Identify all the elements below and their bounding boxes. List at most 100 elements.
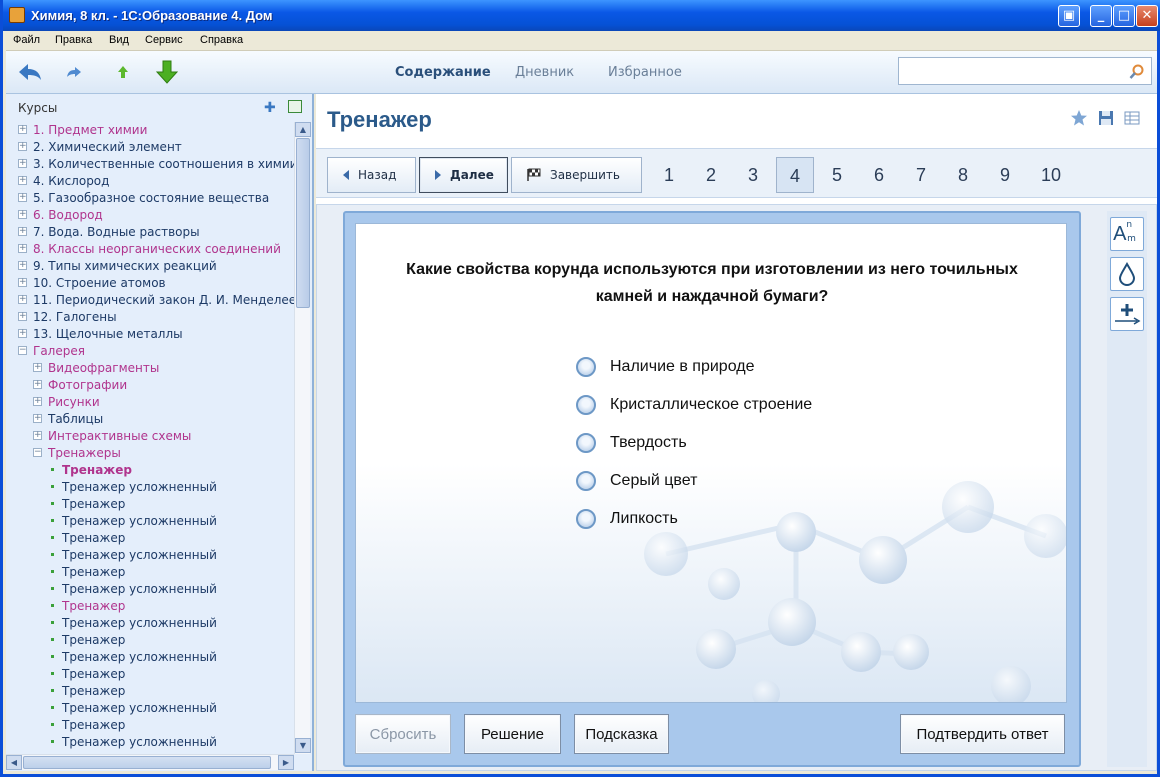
- tree-item[interactable]: Тренажер: [48, 683, 125, 700]
- down-arrow-icon[interactable]: [154, 60, 180, 84]
- answer-option[interactable]: Серый цвет: [576, 470, 697, 492]
- expand-icon[interactable]: +: [33, 363, 42, 372]
- save-icon[interactable]: [1097, 109, 1115, 127]
- scroll-up-icon[interactable]: ▲: [295, 122, 311, 137]
- radio-button[interactable]: [576, 395, 596, 415]
- star-icon[interactable]: [1070, 109, 1088, 127]
- restore-extra-icon[interactable]: ▣: [1058, 5, 1080, 27]
- tree-item[interactable]: Тренажер: [48, 496, 125, 513]
- tree-item[interactable]: − Галерея: [18, 343, 85, 360]
- scroll-left-icon[interactable]: ◀: [6, 755, 22, 770]
- page-number[interactable]: 9: [986, 157, 1024, 193]
- tree-item[interactable]: Тренажер: [48, 632, 125, 649]
- expand-icon[interactable]: +: [18, 159, 27, 168]
- expand-icon[interactable]: +: [18, 244, 27, 253]
- font-size-tool[interactable]: A n m: [1110, 217, 1144, 251]
- reset-button[interactable]: Сбросить: [355, 714, 451, 754]
- tree-item[interactable]: − Тренажеры: [33, 445, 121, 462]
- collapse-icon[interactable]: −: [18, 346, 27, 355]
- minimize-button[interactable]: _: [1090, 5, 1112, 27]
- reaction-arrow-icon[interactable]: [1110, 297, 1144, 331]
- tree-item[interactable]: Тренажер: [48, 666, 125, 683]
- finish-button[interactable]: Завершить: [511, 157, 642, 193]
- tree-item[interactable]: Тренажер усложненный: [48, 734, 217, 751]
- tab-diary[interactable]: Дневник: [515, 65, 574, 80]
- expand-icon[interactable]: +: [18, 142, 27, 151]
- scroll-right-icon[interactable]: ▶: [278, 755, 294, 770]
- page-number[interactable]: 7: [902, 157, 940, 193]
- search-input[interactable]: [903, 59, 1123, 83]
- search-box[interactable]: [898, 57, 1152, 85]
- expand-icon[interactable]: +: [18, 176, 27, 185]
- expand-icon[interactable]: +: [18, 329, 27, 338]
- back-arrow-icon[interactable]: [17, 60, 43, 84]
- tree-item[interactable]: Тренажер: [48, 598, 125, 615]
- tree-item[interactable]: +11. Периодический закон Д. И. Менделеев: [18, 292, 294, 309]
- page-number[interactable]: 6: [860, 157, 898, 193]
- radio-button[interactable]: [576, 357, 596, 377]
- horizontal-scrollbar[interactable]: ◀ ▶: [6, 754, 294, 770]
- expand-icon[interactable]: +: [33, 397, 42, 406]
- tree-item[interactable]: Тренажер усложненный: [48, 479, 217, 496]
- back-button[interactable]: Назад: [327, 157, 416, 193]
- up-arrow-icon[interactable]: [110, 60, 136, 84]
- page-number[interactable]: 1: [650, 157, 688, 193]
- search-icon[interactable]: [1129, 64, 1145, 83]
- tree-item[interactable]: Тренажер: [48, 530, 125, 547]
- hscroll-thumb[interactable]: [23, 756, 271, 769]
- expand-icon[interactable]: +: [18, 227, 27, 236]
- menu-view[interactable]: Вид: [109, 34, 129, 46]
- tree-item[interactable]: Тренажер усложненный: [48, 581, 217, 598]
- tree-item[interactable]: Тренажер усложненный: [48, 700, 217, 717]
- solution-button[interactable]: Решение: [464, 714, 561, 754]
- menu-service[interactable]: Сервис: [145, 34, 183, 46]
- tree-item[interactable]: +13. Щелочные металлы: [18, 326, 183, 343]
- answer-option[interactable]: Твердость: [576, 432, 687, 454]
- scroll-thumb[interactable]: [296, 138, 310, 308]
- answer-option[interactable]: Кристаллическое строение: [576, 394, 812, 416]
- expand-icon[interactable]: +: [33, 414, 42, 423]
- menu-file[interactable]: Файл: [13, 34, 40, 46]
- tree-item[interactable]: +1. Предмет химии: [18, 122, 147, 139]
- add-icon[interactable]: ✚: [264, 100, 276, 116]
- tree-item[interactable]: Тренажер: [48, 564, 125, 581]
- tree-item[interactable]: +9. Типы химических реакций: [18, 258, 217, 275]
- tree-item[interactable]: Тренажер усложненный: [48, 513, 217, 530]
- tree-item[interactable]: + Видеофрагменты: [33, 360, 159, 377]
- tree-item[interactable]: +4. Кислород: [18, 173, 109, 190]
- expand-icon[interactable]: +: [18, 312, 27, 321]
- page-number[interactable]: 2: [692, 157, 730, 193]
- expand-icon[interactable]: +: [33, 380, 42, 389]
- maximize-button[interactable]: □: [1113, 5, 1135, 27]
- page-number[interactable]: 10: [1028, 157, 1074, 193]
- page-number[interactable]: 4: [776, 157, 814, 193]
- collapse-icon[interactable]: −: [33, 448, 42, 457]
- expand-icon[interactable]: +: [18, 125, 27, 134]
- page-number[interactable]: 8: [944, 157, 982, 193]
- tree-item[interactable]: +7. Вода. Водные растворы: [18, 224, 200, 241]
- answer-option[interactable]: Наличие в природе: [576, 356, 754, 378]
- page-number[interactable]: 5: [818, 157, 856, 193]
- radio-button[interactable]: [576, 509, 596, 529]
- expand-icon[interactable]: +: [18, 261, 27, 270]
- page-number[interactable]: 3: [734, 157, 772, 193]
- vertical-scrollbar[interactable]: ▲ ▼: [294, 122, 311, 754]
- table-icon[interactable]: [1123, 109, 1141, 127]
- radio-button[interactable]: [576, 433, 596, 453]
- tree-item[interactable]: Тренажер усложненный: [48, 547, 217, 564]
- expand-icon[interactable]: +: [33, 431, 42, 440]
- tree-item[interactable]: +2. Химический элемент: [18, 139, 182, 156]
- confirm-answer-button[interactable]: Подтвердить ответ: [900, 714, 1065, 754]
- tree-item[interactable]: +3. Количественные соотношения в химии: [18, 156, 294, 173]
- tree-item[interactable]: +10. Строение атомов: [18, 275, 166, 292]
- tree-item[interactable]: +12. Галогены: [18, 309, 117, 326]
- tree-item[interactable]: Тренажер усложненный: [48, 615, 217, 632]
- tree-item[interactable]: Тренажер усложненный: [48, 649, 217, 666]
- tab-contents[interactable]: Содержание: [395, 65, 491, 80]
- tree-item[interactable]: +5. Газообразное состояние вещества: [18, 190, 269, 207]
- tree-item[interactable]: +6. Водород: [18, 207, 103, 224]
- hint-button[interactable]: Подсказка: [574, 714, 669, 754]
- tree-item[interactable]: + Интерактивные схемы: [33, 428, 191, 445]
- tree-item[interactable]: + Фотографии: [33, 377, 127, 394]
- radio-button[interactable]: [576, 471, 596, 491]
